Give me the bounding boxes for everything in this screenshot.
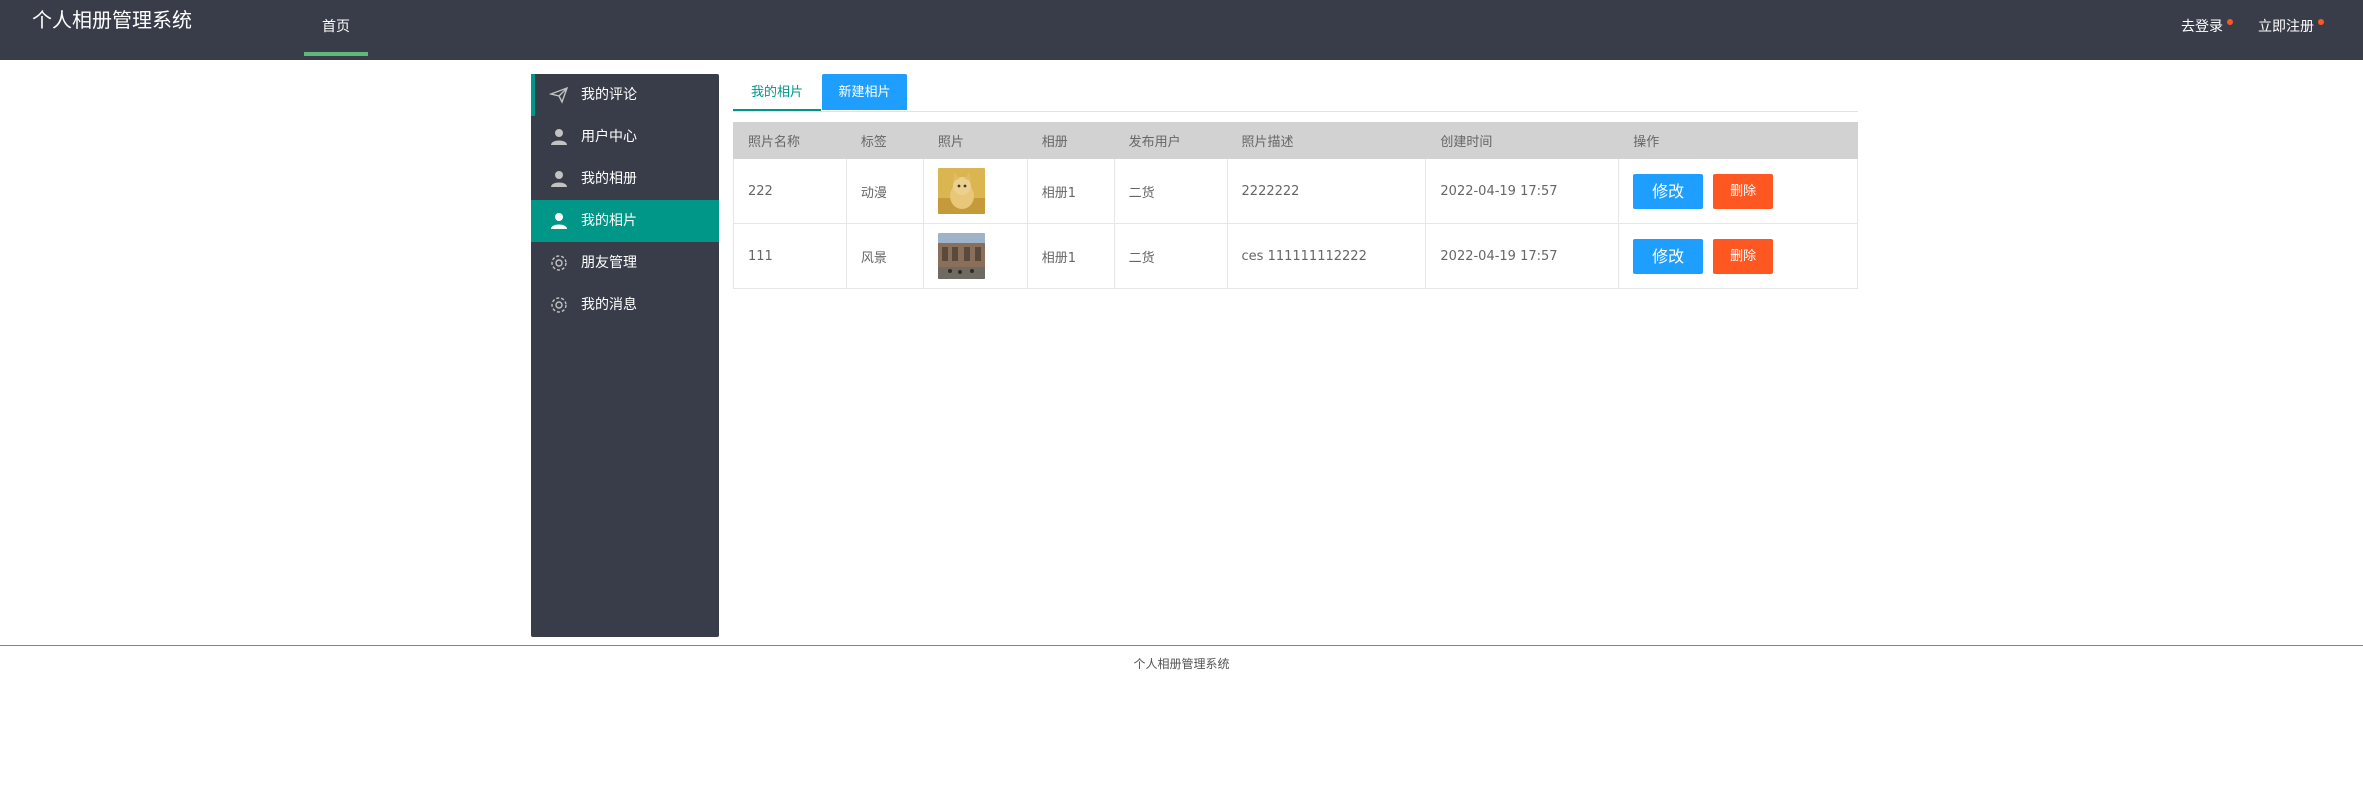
- sidebar-item-label: 朋友管理: [581, 255, 637, 271]
- tab-my-photos[interactable]: 我的相片: [733, 74, 821, 111]
- album-cell: 相册1: [1026, 158, 1115, 224]
- top-navbar: 个人相册管理系统 首页 去登录 立即注册: [0, 0, 2363, 60]
- photo-tabs: 我的相片 新建相片: [733, 74, 1858, 112]
- column-header: 相册: [1026, 122, 1115, 159]
- sidebar-item-user-center[interactable]: 用户中心: [531, 116, 719, 158]
- sidebar: 我的评论 用户中心 我的相册 我的相片 朋友管理 我的消息: [531, 74, 719, 637]
- edit-button[interactable]: 修改: [1633, 173, 1704, 209]
- table-row: 111 风景 相册1 二货 ces 111111112222 2022-04-1…: [733, 223, 1858, 289]
- table-row: 222 动漫 相册1 二货 2222222 2022-04-19 17:57 修…: [733, 158, 1858, 224]
- register-badge-dot: [2318, 19, 2324, 25]
- tab-new-photo[interactable]: 新建相片: [822, 74, 907, 110]
- nav-home-link[interactable]: 首页: [304, 0, 368, 56]
- sidebar-item-label: 我的评论: [581, 87, 637, 103]
- sidebar-item-label: 我的相片: [581, 213, 637, 229]
- login-link[interactable]: 去登录: [2181, 0, 2223, 56]
- sidebar-item-label: 我的相册: [581, 171, 637, 187]
- photo-thumbnail[interactable]: [937, 233, 985, 279]
- user-cell: 二货: [1113, 158, 1228, 224]
- sidebar-item-messages[interactable]: 我的消息: [531, 284, 719, 326]
- sidebar-item-label: 用户中心: [581, 129, 637, 145]
- user-cell: 二货: [1113, 223, 1228, 289]
- column-header: 标签: [845, 122, 924, 159]
- table-header-row: 照片名称 标签 照片 相册 发布用户 照片描述 创建时间 操作: [733, 122, 1858, 159]
- photo-tag-cell: 动漫: [845, 158, 924, 224]
- photo-name-cell: 111: [733, 223, 847, 289]
- column-header: 照片: [922, 122, 1028, 159]
- sidebar-item-friends[interactable]: 朋友管理: [531, 242, 719, 284]
- actions-cell: 修改 删除: [1618, 158, 1858, 224]
- actions-cell: 修改 删除: [1618, 223, 1858, 289]
- created-time-cell: 2022-04-19 17:57: [1425, 223, 1620, 289]
- column-header: 照片描述: [1226, 122, 1427, 159]
- sidebar-item-my-photos[interactable]: 我的相片: [531, 200, 719, 242]
- photo-name-cell: 222: [733, 158, 847, 224]
- user-icon: [551, 213, 567, 229]
- paper-plane-icon: [549, 86, 569, 104]
- gear-icon: [551, 297, 567, 313]
- description-cell: 2222222: [1226, 158, 1427, 224]
- column-header: 操作: [1618, 122, 1858, 159]
- register-link[interactable]: 立即注册: [2258, 0, 2314, 56]
- photo-thumb-cell: [922, 223, 1028, 289]
- photo-thumbnail[interactable]: [937, 168, 985, 214]
- footer-divider: [0, 645, 2363, 646]
- edit-button[interactable]: 修改: [1633, 238, 1704, 274]
- album-cell: 相册1: [1026, 223, 1115, 289]
- delete-button[interactable]: 删除: [1713, 173, 1774, 209]
- login-badge-dot: [2227, 19, 2233, 25]
- photos-table: 照片名称 标签 照片 相册 发布用户 照片描述 创建时间 操作 222 动漫 相…: [733, 122, 1858, 289]
- delete-button[interactable]: 删除: [1713, 238, 1774, 274]
- created-time-cell: 2022-04-19 17:57: [1425, 158, 1620, 224]
- photo-tag-cell: 风景: [845, 223, 924, 289]
- user-icon: [551, 129, 567, 145]
- user-icon: [551, 171, 567, 187]
- app-brand[interactable]: 个人相册管理系统: [32, 6, 192, 34]
- sidebar-item-my-comments[interactable]: 我的评论: [531, 74, 719, 116]
- gear-icon: [551, 255, 567, 271]
- footer-text: 个人相册管理系统: [1133, 657, 1230, 671]
- sidebar-item-my-albums[interactable]: 我的相册: [531, 158, 719, 200]
- column-header: 创建时间: [1425, 122, 1620, 159]
- column-header: 发布用户: [1113, 122, 1228, 159]
- description-cell: ces 111111112222: [1226, 223, 1427, 289]
- nav-active-indicator: [304, 52, 368, 56]
- photo-thumb-cell: [922, 158, 1028, 224]
- sidebar-item-label: 我的消息: [581, 297, 637, 313]
- column-header: 照片名称: [733, 122, 847, 159]
